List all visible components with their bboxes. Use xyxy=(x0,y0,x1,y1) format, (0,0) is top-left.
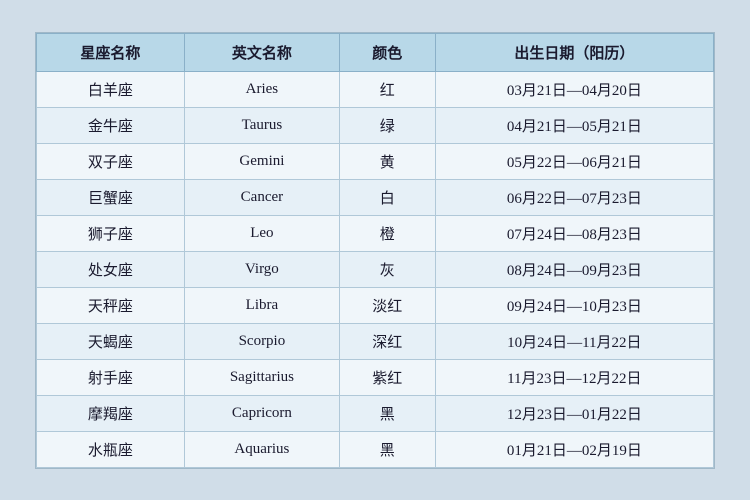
zodiac-table-container: 星座名称英文名称颜色出生日期（阳历） 白羊座Aries红03月21日—04月20… xyxy=(35,32,715,469)
cell-r3-c0: 巨蟹座 xyxy=(37,179,185,215)
cell-r2-c1: Gemini xyxy=(184,143,339,179)
cell-r9-c1: Capricorn xyxy=(184,395,339,431)
cell-r2-c3: 05月22日—06月21日 xyxy=(435,143,713,179)
table-row: 射手座Sagittarius紫红11月23日—12月22日 xyxy=(37,359,714,395)
table-header-row: 星座名称英文名称颜色出生日期（阳历） xyxy=(37,33,714,71)
cell-r0-c3: 03月21日—04月20日 xyxy=(435,71,713,107)
cell-r8-c2: 紫红 xyxy=(339,359,435,395)
cell-r1-c2: 绿 xyxy=(339,107,435,143)
table-body: 白羊座Aries红03月21日—04月20日金牛座Taurus绿04月21日—0… xyxy=(37,71,714,467)
table-row: 白羊座Aries红03月21日—04月20日 xyxy=(37,71,714,107)
table-row: 巨蟹座Cancer白06月22日—07月23日 xyxy=(37,179,714,215)
cell-r5-c3: 08月24日—09月23日 xyxy=(435,251,713,287)
cell-r4-c3: 07月24日—08月23日 xyxy=(435,215,713,251)
cell-r3-c3: 06月22日—07月23日 xyxy=(435,179,713,215)
cell-r2-c0: 双子座 xyxy=(37,143,185,179)
table-row: 金牛座Taurus绿04月21日—05月21日 xyxy=(37,107,714,143)
cell-r8-c1: Sagittarius xyxy=(184,359,339,395)
table-row: 处女座Virgo灰08月24日—09月23日 xyxy=(37,251,714,287)
table-row: 双子座Gemini黄05月22日—06月21日 xyxy=(37,143,714,179)
cell-r3-c1: Cancer xyxy=(184,179,339,215)
cell-r7-c1: Scorpio xyxy=(184,323,339,359)
table-row: 天蝎座Scorpio深红10月24日—11月22日 xyxy=(37,323,714,359)
cell-r1-c1: Taurus xyxy=(184,107,339,143)
cell-r10-c2: 黑 xyxy=(339,431,435,467)
cell-r6-c3: 09月24日—10月23日 xyxy=(435,287,713,323)
table-row: 摩羯座Capricorn黑12月23日—01月22日 xyxy=(37,395,714,431)
cell-r0-c2: 红 xyxy=(339,71,435,107)
cell-r6-c0: 天秤座 xyxy=(37,287,185,323)
header-col-0: 星座名称 xyxy=(37,33,185,71)
cell-r9-c2: 黑 xyxy=(339,395,435,431)
cell-r5-c1: Virgo xyxy=(184,251,339,287)
header-col-1: 英文名称 xyxy=(184,33,339,71)
table-row: 天秤座Libra淡红09月24日—10月23日 xyxy=(37,287,714,323)
cell-r6-c1: Libra xyxy=(184,287,339,323)
cell-r7-c3: 10月24日—11月22日 xyxy=(435,323,713,359)
cell-r8-c3: 11月23日—12月22日 xyxy=(435,359,713,395)
cell-r7-c2: 深红 xyxy=(339,323,435,359)
table-row: 水瓶座Aquarius黑01月21日—02月19日 xyxy=(37,431,714,467)
cell-r3-c2: 白 xyxy=(339,179,435,215)
cell-r1-c3: 04月21日—05月21日 xyxy=(435,107,713,143)
cell-r10-c3: 01月21日—02月19日 xyxy=(435,431,713,467)
cell-r7-c0: 天蝎座 xyxy=(37,323,185,359)
cell-r5-c0: 处女座 xyxy=(37,251,185,287)
cell-r9-c0: 摩羯座 xyxy=(37,395,185,431)
cell-r4-c1: Leo xyxy=(184,215,339,251)
header-col-2: 颜色 xyxy=(339,33,435,71)
table-row: 狮子座Leo橙07月24日—08月23日 xyxy=(37,215,714,251)
cell-r10-c0: 水瓶座 xyxy=(37,431,185,467)
header-col-3: 出生日期（阳历） xyxy=(435,33,713,71)
cell-r5-c2: 灰 xyxy=(339,251,435,287)
cell-r6-c2: 淡红 xyxy=(339,287,435,323)
cell-r1-c0: 金牛座 xyxy=(37,107,185,143)
cell-r2-c2: 黄 xyxy=(339,143,435,179)
cell-r4-c0: 狮子座 xyxy=(37,215,185,251)
cell-r0-c0: 白羊座 xyxy=(37,71,185,107)
zodiac-table: 星座名称英文名称颜色出生日期（阳历） 白羊座Aries红03月21日—04月20… xyxy=(36,33,714,468)
cell-r0-c1: Aries xyxy=(184,71,339,107)
cell-r10-c1: Aquarius xyxy=(184,431,339,467)
cell-r8-c0: 射手座 xyxy=(37,359,185,395)
cell-r9-c3: 12月23日—01月22日 xyxy=(435,395,713,431)
cell-r4-c2: 橙 xyxy=(339,215,435,251)
